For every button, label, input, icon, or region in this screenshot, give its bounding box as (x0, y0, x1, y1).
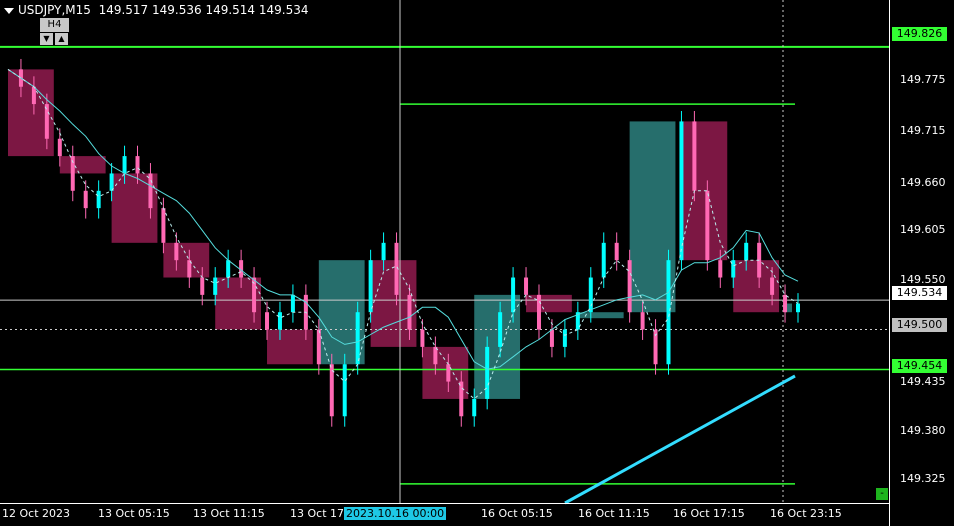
candle-body (679, 121, 684, 261)
candle-body (96, 190, 101, 209)
x-tick: 13 Oct 17 (290, 507, 345, 520)
candle-body (705, 190, 710, 261)
symbol-label: USDJPY,M15 (18, 3, 91, 17)
price-label-high: 149.826 (892, 27, 947, 41)
htf-box (59, 156, 106, 174)
price-label-current: 149.534 (892, 286, 947, 300)
price-axis-border (889, 0, 890, 526)
h4-label: H4 (40, 18, 69, 32)
y-tick: 149.550 (900, 273, 946, 286)
y-tick: 149.605 (900, 223, 946, 236)
candle-body (368, 260, 373, 313)
candle-body (381, 242, 386, 261)
price-label-crosshair: 149.500 (892, 318, 947, 332)
x-tick: 16 Oct 17:15 (673, 507, 745, 520)
minus-button[interactable]: - (876, 488, 888, 500)
candle-body (148, 173, 153, 209)
x-tick: 16 Oct 05:15 (481, 507, 553, 520)
candle-body (549, 329, 554, 347)
y-tick: 149.435 (900, 375, 946, 388)
candle-body (614, 242, 619, 261)
candle-body (277, 312, 282, 330)
candle-body (57, 138, 62, 157)
htf-box (526, 294, 572, 313)
candle-body (174, 242, 179, 261)
candle-body (524, 277, 529, 295)
y-tick: 149.715 (900, 124, 946, 137)
price-chart[interactable] (0, 0, 954, 526)
candle-body (200, 277, 205, 295)
candle-body (744, 242, 749, 261)
htf-box (577, 312, 624, 319)
candle-body (601, 242, 606, 278)
candle-body (718, 260, 723, 278)
price-label-low: 149.454 (892, 359, 947, 373)
candle-body (265, 312, 270, 330)
candle-body (485, 346, 490, 399)
candle-body (511, 277, 516, 313)
candle-body (562, 329, 567, 347)
time-axis-border (0, 503, 890, 504)
candle-body (407, 294, 412, 330)
down-button[interactable]: ▼ (40, 33, 53, 45)
candle-body (316, 329, 321, 365)
candles (18, 58, 800, 427)
candle-body (44, 104, 49, 139)
candle-body (588, 277, 593, 313)
candle-body (640, 312, 645, 330)
candle-body (420, 329, 425, 347)
candle-body (31, 86, 36, 105)
price-lines (0, 0, 890, 503)
candle-body (135, 156, 140, 174)
candle-body (692, 121, 697, 191)
candle-body (290, 294, 295, 313)
candle-body (161, 208, 166, 243)
up-button[interactable]: ▲ (55, 33, 68, 45)
candle-body (770, 277, 775, 295)
x-tick: 16 Oct 23:15 (770, 507, 842, 520)
candle-body (783, 294, 788, 313)
x-tick: 13 Oct 05:15 (98, 507, 170, 520)
x-tick: 13 Oct 11:15 (193, 507, 265, 520)
candle-body (226, 260, 231, 278)
y-tick: 149.660 (900, 176, 946, 189)
candle-body (83, 190, 88, 209)
y-tick: 149.325 (900, 472, 946, 485)
x-tick-crosshair: 2023.10.16 00:00 (344, 507, 447, 520)
candle-body (329, 364, 334, 417)
chart-header: USDJPY,M15 149.517 149.536 149.514 149.5… (4, 3, 309, 17)
ohlc-readout: 149.517 149.536 149.514 149.534 (98, 3, 309, 17)
y-tick: 149.380 (900, 424, 946, 437)
candle-body (498, 312, 503, 347)
dropdown-icon[interactable] (4, 7, 14, 14)
candle-body (342, 364, 347, 417)
candle-body (459, 381, 464, 417)
candle-body (355, 312, 360, 365)
h4-toggle[interactable]: H4 ▼ ▲ (40, 18, 69, 46)
candle-body (213, 277, 218, 295)
x-tick: 12 Oct 2023 (2, 507, 71, 520)
candle-body (446, 364, 451, 382)
candle-body (122, 156, 127, 174)
candle-body (536, 294, 541, 330)
x-tick: 16 Oct 11:15 (578, 507, 650, 520)
candle-body (627, 260, 632, 313)
candle-body (796, 303, 800, 313)
candle-body (666, 260, 671, 365)
y-tick: 149.775 (900, 73, 946, 86)
candle-body (472, 398, 477, 417)
